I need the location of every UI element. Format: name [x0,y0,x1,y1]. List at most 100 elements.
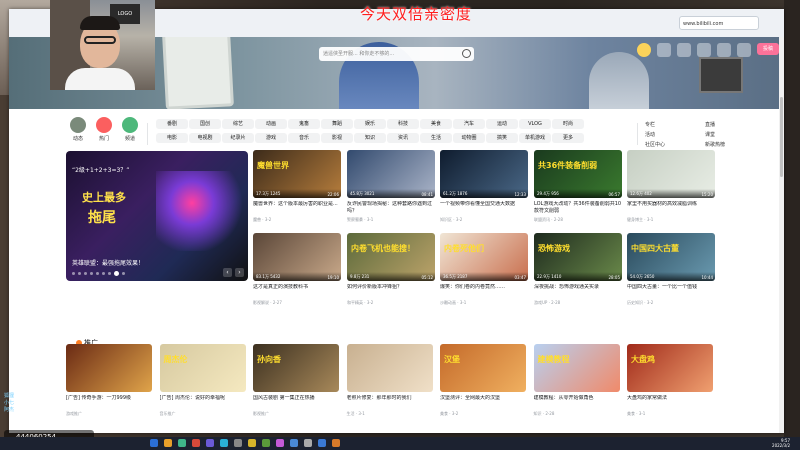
channel-tag[interactable]: 电影 [156,133,188,143]
taskbar-app-icon[interactable] [220,439,228,447]
video-thumbnail[interactable]: 恐怖游戏 22.9万 1410 28:05 [534,233,622,281]
video-title[interactable]: 反诈民警现场揭秘：这种套路你遇到过吗？ [347,201,435,215]
carousel-dot[interactable] [84,272,87,275]
channel-tag[interactable]: 美食 [420,119,452,129]
video-uploader[interactable]: 影视解说 · 2-27 [253,300,341,306]
video-card[interactable]: 45.8万 3021 08:41 反诈民警现场揭秘：这种套路你遇到过吗？ 警察蜀黍 ·… [347,150,435,223]
video-uploader[interactable]: 和平精英 · 3-2 [347,300,435,306]
video-thumbnail[interactable]: 周杰伦 [159,344,246,392]
channel-tag[interactable]: 电视剧 [189,133,221,143]
vip-icon[interactable] [657,43,671,57]
carousel-dot[interactable] [102,272,105,275]
taskbar-app-icon[interactable] [192,439,200,447]
side-link[interactable]: 直播 [705,121,715,128]
featured-carousel[interactable]: “2级+1+2+3=3？” 史上最多 拖尾 英雄联盟：最强拖尾效果！ ‹ › [66,151,248,281]
video-uploader[interactable]: 影视推广 [253,411,339,417]
video-thumbnail[interactable] [346,344,433,392]
channel-tag[interactable]: 游戏 [255,133,287,143]
channel-tag[interactable]: 生活 [420,133,452,143]
side-link[interactable]: 新歌热榜 [705,141,725,148]
video-thumbnail[interactable]: 61.2万 1876 12:33 [440,150,528,198]
ad-card[interactable]: 大盘鸡 大盘鸡的家常做法 美食 · 3-1 [627,344,713,417]
side-link[interactable]: 活动 [645,131,655,138]
carousel-caption[interactable]: 英雄联盟：最强拖尾效果！ [72,258,144,267]
video-title[interactable]: 中国四大古董：一个比一个值钱 [627,284,715,298]
video-card[interactable]: 内卷飞机也能搜！ 9.8万 231 05:12 如何评价新版本冲锋狙？ 和平精英 · 3… [347,233,435,306]
channel-tag[interactable]: 动画 [255,119,287,129]
carousel-dot[interactable] [114,271,119,276]
channel-tag[interactable]: 时尚 [552,119,584,129]
address-bar[interactable]: www.bilibili.com [679,16,759,30]
video-card[interactable]: 共36件装备削弱 29.4万 956 06:57 LOL游戏大改动？共36件装备削弱共… [534,150,622,223]
scrollbar-thumb[interactable] [780,97,783,177]
channel-tag[interactable]: 单机游戏 [519,133,551,143]
carousel-dot[interactable] [90,272,93,275]
channel-tag[interactable]: 番剧 [156,119,188,129]
video-title[interactable]: 国风古装剧 第一集正在热播 [253,395,339,409]
video-uploader[interactable]: 警察蜀黍 · 3-1 [347,217,435,223]
carousel-dot[interactable] [122,272,125,275]
video-thumbnail[interactable]: 建模教程 [533,344,620,392]
video-title[interactable]: 魔兽世界：这个版本最厉害的职业是... [253,201,341,215]
video-title[interactable]: 建模教程：从零开始做角色 [534,395,620,409]
video-card[interactable]: 中国四大古董 54.0万 2650 10:44 中国四大古董：一个比一个值钱 历史知识 … [627,233,715,306]
video-uploader[interactable]: 知识 · 2-28 [534,411,620,417]
video-uploader[interactable]: 沙雕动画 · 3-1 [440,300,528,306]
page-scrollbar[interactable] [779,37,784,433]
video-title[interactable]: 这才是真正的演技教科书 [253,284,341,298]
channel-tag[interactable]: 国创 [189,119,221,129]
video-uploader[interactable]: 历史知识 · 3-2 [627,300,715,306]
channel-tag[interactable]: 综艺 [222,119,254,129]
carousel-dot[interactable] [108,272,111,275]
channel-tag[interactable]: VLOG [519,119,551,129]
taskbar-app-icon[interactable] [318,439,326,447]
channel-tag[interactable]: 运动 [486,119,518,129]
video-thumbnail[interactable] [66,344,152,392]
search-icon[interactable] [462,49,471,58]
taskbar-app-icon[interactable] [332,439,340,447]
video-title[interactable]: 一个视频带你看懂全国交通大数据 [440,201,528,215]
video-thumbnail[interactable]: 83.1万 5432 19:10 [253,233,341,281]
channel-tag[interactable]: 鬼畜 [288,119,320,129]
video-title[interactable]: 家里不用买器材的高效减脂训练 [627,201,715,215]
channel-tag[interactable]: 娱乐 [354,119,386,129]
video-thumbnail[interactable]: 共36件装备削弱 29.4万 956 06:57 [534,150,622,198]
taskbar-app-icon[interactable] [234,439,242,447]
video-card[interactable]: 12.6万 402 15:20 家里不用买器材的高效减脂训练 健身博主 · 3-1 [627,150,715,223]
video-card[interactable]: 83.1万 5432 19:10 这才是真正的演技教科书影视解说 · 2-27 [253,233,341,306]
ad-card[interactable]: 建模教程建模教程：从零开始做角色知识 · 2-28 [533,344,620,417]
ad-card[interactable]: 老照片修复：那年那时的我们 生活 · 3-1 [346,344,433,417]
taskbar-app-icon[interactable] [290,439,298,447]
channel-tag[interactable]: 音乐 [288,133,320,143]
taskbar-app-icon[interactable] [262,439,270,447]
channel-tag[interactable]: 影视 [321,133,353,143]
video-thumbnail[interactable]: 12.6万 402 15:20 [627,150,715,198]
taskbar-app-icon[interactable] [206,439,214,447]
video-title[interactable]: 汉堡测评：全网最大的汉堡 [440,395,526,409]
channel-tag[interactable]: 汽车 [453,119,485,129]
video-uploader[interactable]: 生活 · 3-1 [347,411,433,417]
taskbar-app-icon[interactable] [178,439,186,447]
history-icon[interactable] [737,43,751,57]
carousel-next-button[interactable]: › [235,268,244,277]
video-thumbnail[interactable]: 魔兽世界 17.3万 1245 22:06 [253,150,341,198]
carousel-prev-button[interactable]: ‹ [223,268,232,277]
nav-hot[interactable]: 热门 [92,117,116,142]
video-uploader[interactable]: 游戏UP · 2-28 [534,300,622,306]
video-thumbnail[interactable]: 大盘鸡 [627,344,713,392]
video-thumbnail[interactable]: 45.8万 3021 08:41 [347,150,435,198]
video-thumbnail[interactable]: 内卷飞机也能搜！ 9.8万 231 05:12 [347,233,435,281]
taskbar-clock[interactable]: 9:57 2022/3/2 [772,438,790,448]
channel-tag[interactable]: 资讯 [387,133,419,143]
video-title[interactable]: 大盘鸡的家常做法 [627,395,713,409]
channel-tag[interactable]: 搞笑 [486,133,518,143]
video-title[interactable]: 如何评价新版本冲锋狙？ [347,284,435,298]
carousel-dot[interactable] [72,272,75,275]
video-card[interactable]: 内卷死他们 36.5万 2187 03:47 爆笑：你们卷的内卷竟然…… 沙雕动画 · … [440,233,528,306]
ad-card[interactable]: 汉堡 汉堡测评：全网最大的汉堡 美食 · 3-2 [440,344,526,417]
video-title[interactable]: 爆笑：你们卷的内卷竟然…… [440,284,528,298]
video-title[interactable]: LOL游戏大改动？共36件装备削弱共10款符文削弱 [534,201,622,215]
side-link[interactable]: 课堂 [705,131,715,138]
video-card[interactable]: 恐怖游戏 22.9万 1410 28:05 深夜挑战：恐怖游戏通关实录 游戏UP · 2… [534,233,622,306]
search-input[interactable]: 逍遥侠圣开服... 和你走不够的... [319,47,474,61]
